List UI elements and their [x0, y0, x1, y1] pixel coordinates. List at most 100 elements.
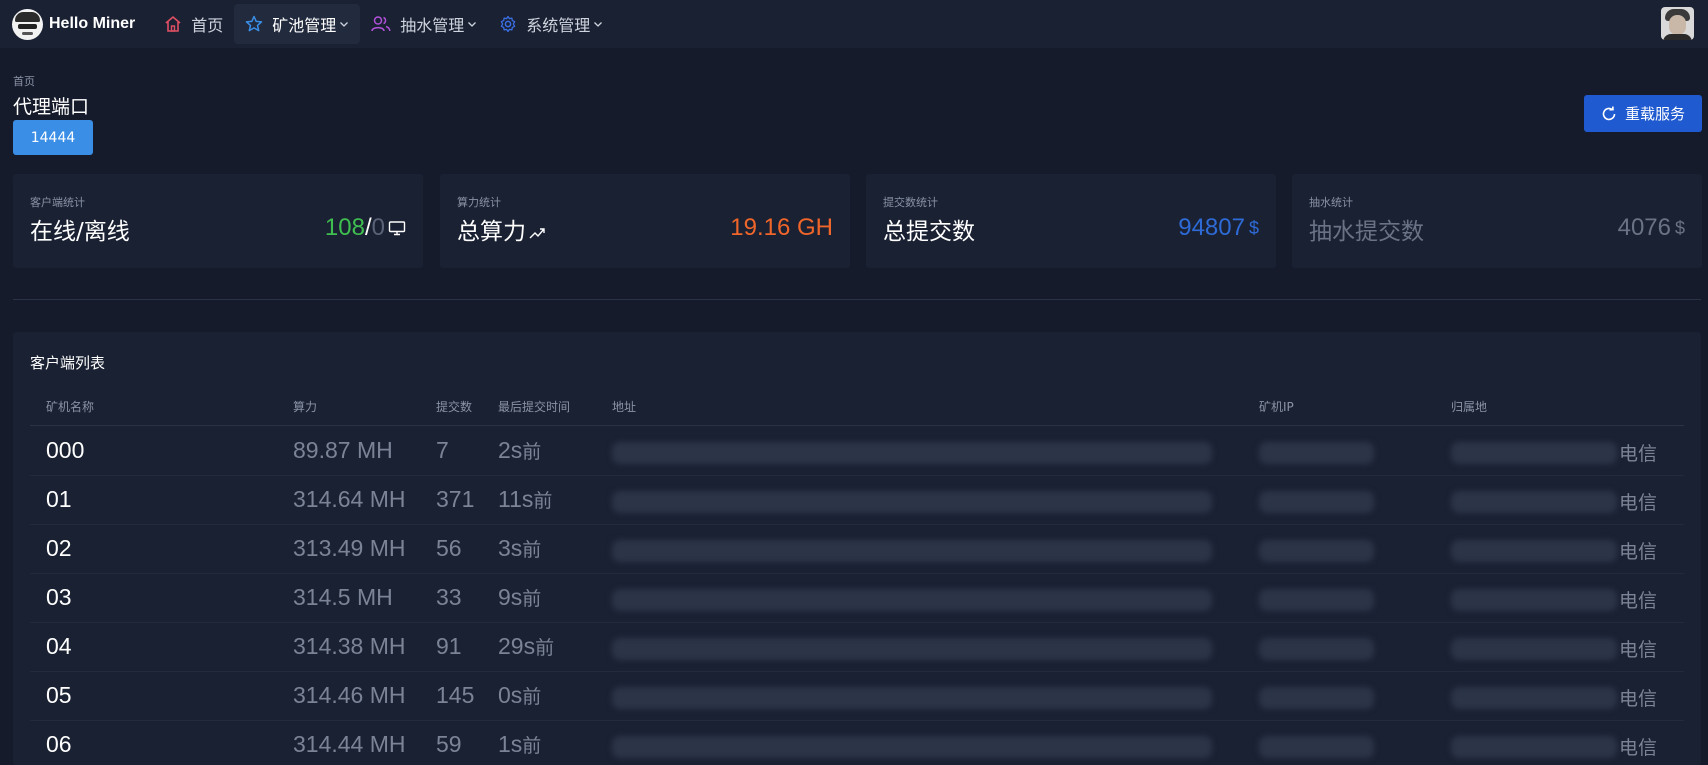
total-shares-number: 94807	[1178, 214, 1245, 241]
redacted-location	[1451, 491, 1617, 513]
miner-hashrate: 314.5 MH	[293, 584, 393, 610]
redacted-ip	[1259, 540, 1374, 562]
redacted-address	[612, 442, 1212, 464]
card-caption: 算力统计	[457, 196, 501, 209]
table-row[interactable]: 03 314.5 MH 33 9s前 电信	[30, 574, 1684, 623]
fee-stats-card: 抽水统计 抽水提交数 4076 $	[1292, 174, 1702, 268]
table-row[interactable]: 02 313.49 MH 56 3s前 电信	[30, 525, 1684, 574]
brand[interactable]: Hello Miner	[12, 0, 135, 48]
miner-hashrate: 89.87 MH	[293, 437, 393, 463]
header-hashrate[interactable]: 算力	[293, 398, 317, 415]
client-list-title: 客户端列表	[30, 354, 106, 372]
nav-pool-management[interactable]: 矿池管理	[234, 4, 361, 44]
brand-name: Hello Miner	[49, 15, 136, 32]
header-address[interactable]: 地址	[612, 398, 636, 415]
star-icon	[246, 15, 263, 32]
nav-home[interactable]: 首页	[153, 4, 234, 44]
miner-hashrate: 314.38 MH	[293, 633, 406, 659]
redacted-address	[612, 736, 1212, 758]
redacted-ip	[1259, 687, 1374, 709]
miner-name: 06	[46, 731, 72, 757]
chevron-down-icon	[468, 22, 477, 27]
dollar-unit: $	[1248, 217, 1259, 238]
nav-fee-management[interactable]: 抽水管理	[360, 4, 488, 44]
header-location[interactable]: 归属地	[1451, 398, 1487, 415]
last-submit-value: 3s	[498, 535, 523, 561]
refresh-icon	[1602, 105, 1616, 120]
online-count: 108	[324, 214, 365, 241]
card-caption: 抽水统计	[1309, 196, 1353, 209]
redacted-location	[1451, 589, 1617, 611]
miner-last-submit: 11s前	[498, 486, 552, 513]
nav-home-label: 首页	[191, 16, 224, 35]
redacted-ip	[1259, 589, 1374, 611]
nav-system-management[interactable]: 系统管理	[488, 4, 614, 44]
carrier: 电信	[1619, 688, 1658, 710]
redacted-address	[612, 491, 1212, 513]
miner-last-submit: 29s前	[498, 633, 554, 660]
header-shares[interactable]: 提交数	[436, 398, 472, 415]
miner-last-submit: 2s前	[498, 437, 541, 464]
chevron-down-icon	[594, 22, 603, 27]
redacted-ip	[1259, 638, 1374, 660]
hashrate-stats-card: 算力统计 总算力 19.16 GH	[440, 174, 850, 268]
last-submit-suffix: 前	[535, 638, 555, 659]
redacted-ip	[1259, 491, 1374, 513]
chevron-down-icon	[340, 22, 349, 27]
miner-name: 000	[46, 437, 85, 463]
carrier: 电信	[1619, 492, 1658, 514]
miner-last-submit: 0s前	[498, 682, 541, 709]
table-row[interactable]: 01 314.64 MH 371 11s前 电信	[30, 476, 1684, 525]
total-hashrate-value: 19.16 GH	[730, 214, 833, 241]
redacted-ip	[1259, 442, 1374, 464]
card-label: 抽水提交数	[1309, 219, 1424, 245]
last-submit-value: 1s	[498, 731, 523, 757]
miner-name: 01	[46, 486, 72, 512]
miner-hashrate: 314.64 MH	[293, 486, 406, 512]
card-caption: 客户端统计	[30, 196, 85, 209]
last-submit-suffix: 前	[522, 736, 542, 757]
redacted-location	[1451, 736, 1617, 758]
top-navbar: Hello Miner 首页 矿池管理 抽水管理 系统管理	[0, 0, 1708, 48]
main-nav: 首页 矿池管理 抽水管理 系统管理	[153, 0, 614, 48]
online-offline-value: 108 / 0	[325, 214, 406, 242]
redacted-address	[612, 589, 1212, 611]
miner-logo-icon	[12, 8, 43, 40]
table-header: 矿机名称 算力 提交数 最后提交时间 地址 矿机IP 归属地	[30, 398, 1684, 426]
miner-name: 03	[46, 584, 72, 610]
port-badge[interactable]: 14444	[13, 120, 93, 155]
table-row[interactable]: 04 314.38 MH 91 29s前 电信	[30, 623, 1684, 672]
header-miner-name[interactable]: 矿机名称	[46, 398, 94, 415]
last-submit-suffix: 前	[522, 442, 542, 463]
carrier: 电信	[1619, 443, 1658, 465]
last-submit-suffix: 前	[533, 491, 553, 512]
total-shares-value: 94807 $	[1178, 214, 1259, 242]
card-label: 在线/离线	[30, 219, 130, 245]
miner-shares: 371	[436, 486, 475, 512]
fee-shares-value: 4076 $	[1618, 214, 1685, 242]
section-divider	[13, 299, 1701, 300]
header-miner-ip[interactable]: 矿机IP	[1259, 398, 1294, 415]
redacted-location	[1451, 540, 1617, 562]
page-title: 代理端口	[13, 96, 90, 118]
table-row[interactable]: 05 314.46 MH 145 0s前 电信	[30, 672, 1684, 721]
nav-pool-label: 矿池管理	[272, 16, 337, 35]
last-submit-suffix: 前	[522, 589, 542, 610]
breadcrumb[interactable]: 首页	[13, 73, 35, 89]
miner-name: 04	[46, 633, 72, 659]
monitor-icon	[388, 221, 406, 236]
carrier: 电信	[1619, 639, 1658, 661]
user-avatar[interactable]	[1661, 7, 1694, 40]
miner-last-submit: 3s前	[498, 535, 541, 562]
header-last-submit[interactable]: 最后提交时间	[498, 398, 570, 415]
card-label-text: 总算力	[457, 219, 526, 245]
client-list-panel: 客户端列表 矿机名称 算力 提交数 最后提交时间 地址 矿机IP 归属地 000…	[13, 332, 1701, 765]
card-label: 总算力	[457, 212, 547, 246]
miner-name: 02	[46, 535, 72, 561]
miner-shares: 145	[436, 682, 475, 708]
reload-service-button[interactable]: 重载服务	[1584, 95, 1702, 132]
table-row[interactable]: 06 314.44 MH 59 1s前 电信	[30, 721, 1684, 765]
miner-shares: 7	[436, 437, 449, 463]
table-row[interactable]: 000 89.87 MH 7 2s前 电信	[30, 427, 1684, 476]
reload-service-label: 重载服务	[1624, 105, 1685, 123]
